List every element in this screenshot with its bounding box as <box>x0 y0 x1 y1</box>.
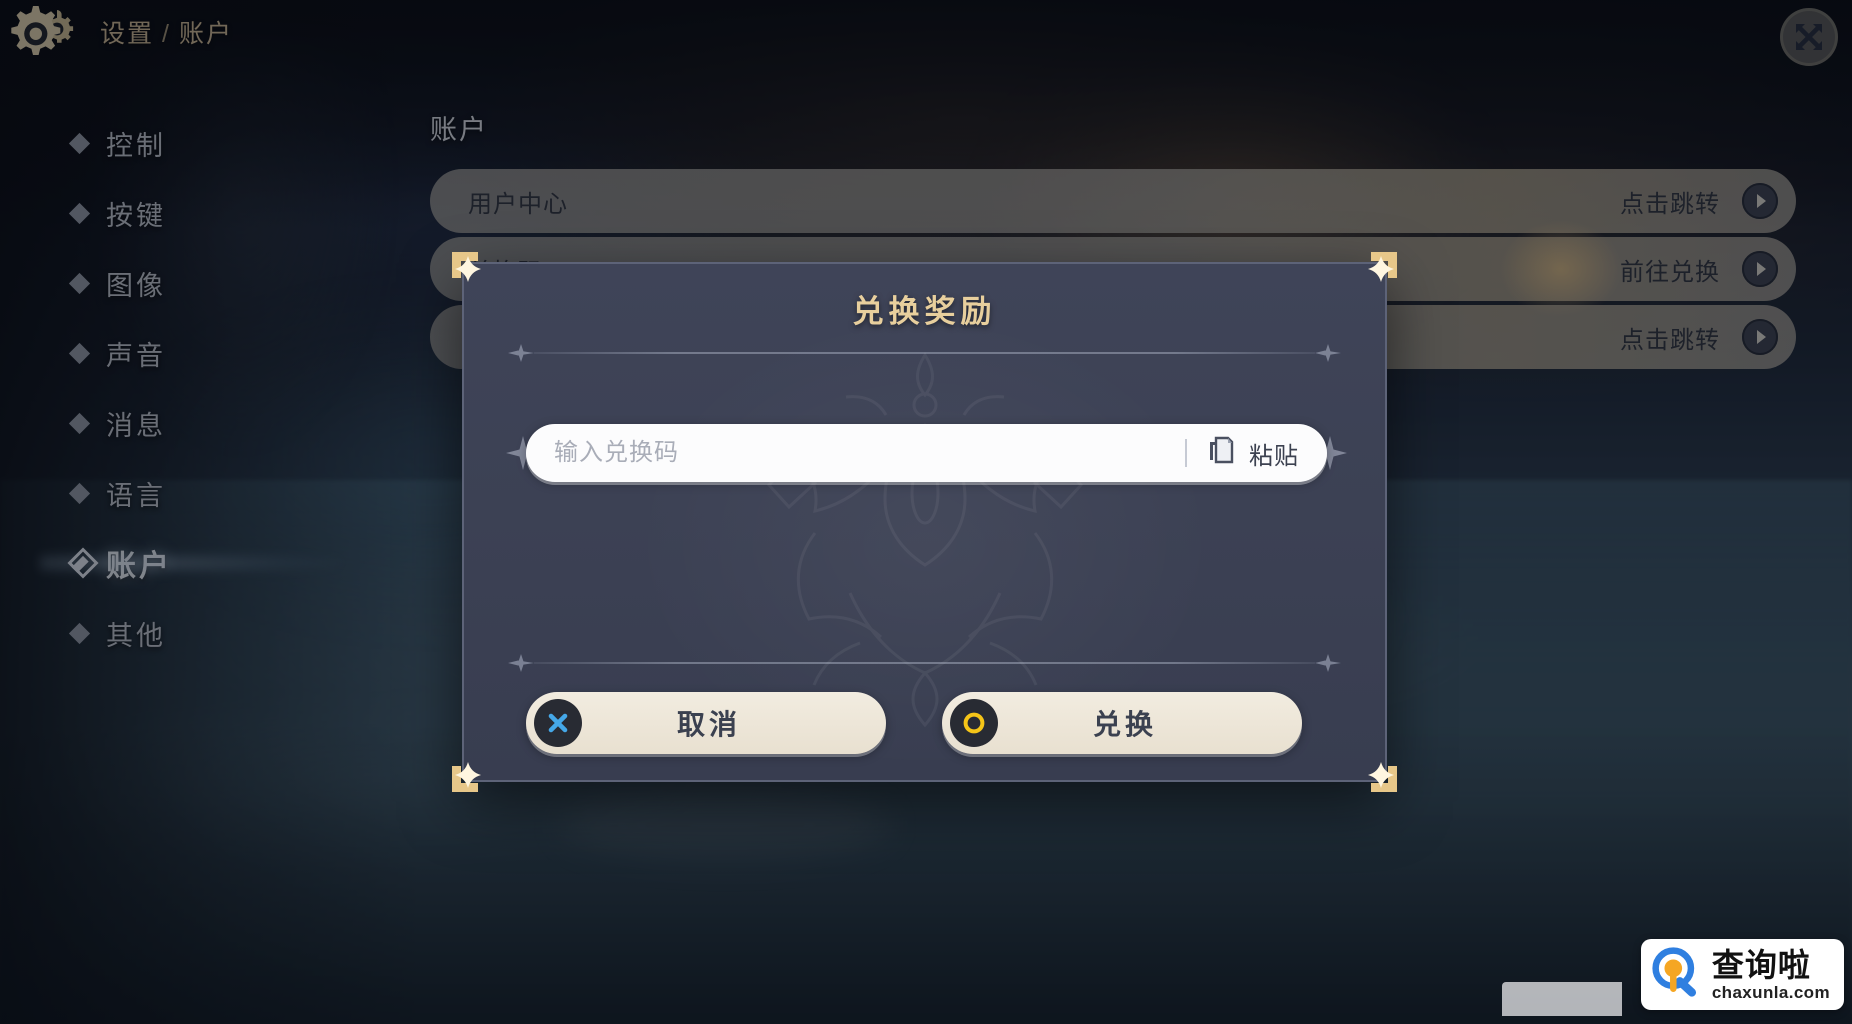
star-ornament-icon <box>508 654 534 672</box>
corner-ornament-icon <box>1359 754 1401 796</box>
dialog-body: 兑换奖励 输入兑换码 粘贴 取消 兑换 <box>462 262 1387 782</box>
confirm-badge <box>950 699 998 747</box>
watermark-tail <box>1502 982 1622 1016</box>
corner-ornament-icon <box>448 754 490 796</box>
decorative-emblem <box>766 351 1083 727</box>
watermark-title: 查询啦 <box>1711 946 1811 983</box>
corner-ornament-icon <box>448 248 490 290</box>
redeem-code-input-box[interactable]: 粘贴 <box>526 424 1327 482</box>
star-ornament-icon <box>1315 654 1341 672</box>
redeem-code-field-wrap: 粘贴 <box>506 424 1347 482</box>
cancel-button[interactable]: 取消 <box>526 692 886 754</box>
confirm-button[interactable]: 兑换 <box>942 692 1302 754</box>
magnifier-icon <box>1651 946 1703 1003</box>
paste-button[interactable]: 粘贴 <box>1207 436 1305 471</box>
divider-bottom <box>508 654 1341 672</box>
paste-label: 粘贴 <box>1249 442 1299 470</box>
redeem-reward-dialog: 兑换奖励 输入兑换码 粘贴 取消 兑换 <box>452 252 1397 792</box>
star-ornament-icon <box>508 344 534 362</box>
site-watermark: 查询啦 chaxunla.com <box>1640 939 1844 1010</box>
divider-line <box>534 352 1315 354</box>
field-divider <box>1185 439 1187 467</box>
ring-icon <box>963 712 985 734</box>
cancel-label: 取消 <box>676 709 741 740</box>
divider-top <box>508 344 1341 362</box>
dialog-title: 兑换奖励 <box>852 294 997 329</box>
redeem-code-input[interactable] <box>554 439 1177 467</box>
cross-icon <box>548 713 568 733</box>
star-ornament-icon <box>1315 344 1341 362</box>
confirm-label: 兑换 <box>1092 709 1157 740</box>
watermark-domain: chaxunla.com <box>1711 982 1830 1002</box>
copy-icon <box>1207 436 1237 471</box>
divider-line <box>534 662 1315 664</box>
corner-ornament-icon <box>1359 248 1401 290</box>
cancel-badge <box>534 699 582 747</box>
